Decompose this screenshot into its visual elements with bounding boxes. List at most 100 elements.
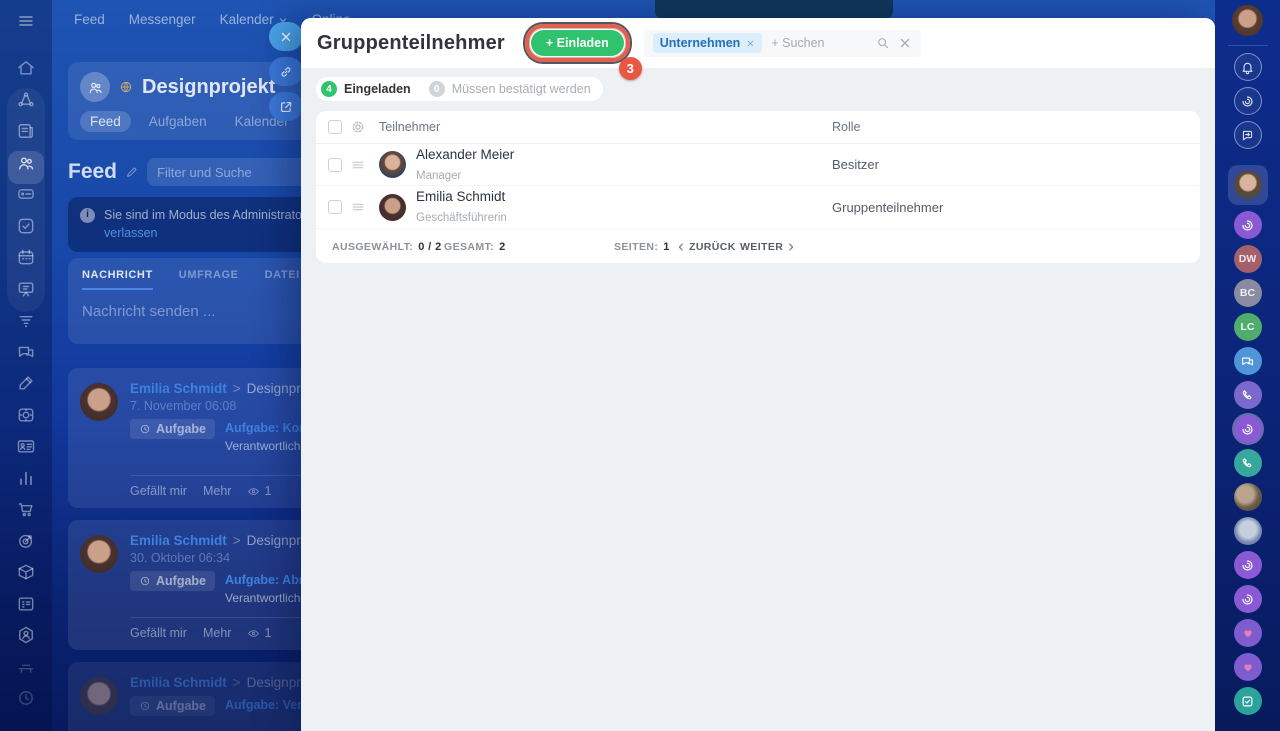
- select-all-checkbox[interactable]: [328, 120, 342, 134]
- marketing-target-icon[interactable]: [16, 531, 36, 551]
- call-chat-button[interactable]: [1233, 381, 1262, 409]
- prev-page-button[interactable]: ZURÜCK: [676, 241, 736, 253]
- column-participant[interactable]: Teilnehmer: [379, 120, 440, 134]
- filter-chip-unternehmen[interactable]: Unternehmen: [652, 33, 763, 53]
- chat-avatar-heart[interactable]: [1233, 653, 1262, 681]
- chat-avatar-bc[interactable]: BC: [1233, 279, 1262, 307]
- analytics-icon[interactable]: [16, 468, 36, 488]
- selected-label: AUSGEWÄHLT:: [332, 241, 414, 253]
- search-icon[interactable]: [876, 36, 890, 50]
- member-name[interactable]: Emilia Schmidt: [416, 189, 505, 204]
- planner-icon[interactable]: [16, 594, 36, 614]
- chat-avatar-lc[interactable]: LC: [1233, 313, 1262, 341]
- call-chat-button[interactable]: [1233, 449, 1262, 477]
- copilot-chat[interactable]: [1233, 211, 1262, 239]
- column-role[interactable]: Rolle: [832, 120, 861, 134]
- copy-link-button[interactable]: [269, 57, 303, 86]
- table-row[interactable]: Alexander Meier Manager Besitzer: [316, 144, 1200, 186]
- id-card-icon[interactable]: [16, 436, 36, 456]
- workbench-icon[interactable]: [16, 657, 36, 677]
- crm-funnel-icon[interactable]: [16, 310, 36, 330]
- vault-icon[interactable]: [16, 405, 36, 425]
- more-link[interactable]: Mehr: [203, 626, 231, 640]
- post-author-link[interactable]: Emilia Schmidt: [130, 675, 227, 690]
- chat-avatar-cat[interactable]: [1233, 517, 1262, 545]
- task-badge: Aufgabe: [130, 696, 215, 716]
- copilot-chat[interactable]: [1233, 585, 1262, 613]
- drive-icon[interactable]: [16, 184, 36, 204]
- groups-icon[interactable]: [16, 153, 36, 173]
- clear-search-icon[interactable]: [898, 36, 912, 50]
- admin-leave-link[interactable]: verlassen: [104, 226, 158, 240]
- search-placeholder[interactable]: + Suchen: [771, 36, 824, 50]
- group-chat-button[interactable]: [1233, 347, 1262, 375]
- calendar-icon[interactable]: [16, 247, 36, 267]
- composer-tab-datei[interactable]: DATEI: [265, 269, 300, 290]
- news-feed-icon[interactable]: [16, 121, 36, 141]
- composer-tab-umfrage[interactable]: UMFRAGE: [179, 269, 239, 290]
- row-menu-icon[interactable]: [350, 199, 366, 215]
- row-checkbox[interactable]: [328, 157, 342, 172]
- row-menu-icon[interactable]: [350, 157, 366, 173]
- slider-title: Gruppenteilnehmer: [317, 31, 505, 54]
- invite-button[interactable]: + Einladen: [530, 30, 624, 56]
- copilot-chat-active[interactable]: [1233, 415, 1262, 443]
- chat-icon: [1240, 354, 1255, 369]
- next-page-button[interactable]: WEITER: [740, 241, 796, 253]
- counter-chips: 4 Eingeladen 0 Müssen bestätigt werden: [316, 77, 603, 101]
- group-tab-aufgaben[interactable]: Aufgaben: [139, 111, 217, 132]
- table-row[interactable]: Emilia Schmidt Geschäftsführerin Gruppen…: [316, 186, 1200, 228]
- like-link[interactable]: Gefällt mir: [130, 484, 187, 498]
- post-author-link[interactable]: Emilia Schmidt: [130, 381, 227, 396]
- row-checkbox[interactable]: [328, 200, 342, 214]
- chip-remove-icon[interactable]: [746, 39, 755, 48]
- breadcrumb-separator: >: [232, 533, 241, 548]
- heart-icon: [1241, 660, 1255, 674]
- copilot-button[interactable]: [1233, 87, 1262, 115]
- tasks-icon[interactable]: [16, 216, 36, 236]
- active-chat-highlight[interactable]: [1227, 165, 1268, 205]
- tasks-chat-button[interactable]: [1233, 687, 1262, 715]
- counter-pending[interactable]: 0 Müssen bestätigt werden: [428, 81, 591, 97]
- member-name[interactable]: Alexander Meier: [416, 147, 514, 162]
- hamburger-menu-icon[interactable]: [16, 13, 36, 29]
- group-members-slider: Gruppenteilnehmer + Einladen 3 Unternehm…: [301, 18, 1215, 731]
- sign-icon[interactable]: [16, 373, 36, 393]
- close-slider-button[interactable]: [269, 22, 303, 51]
- clock-icon: [139, 575, 151, 587]
- home-icon[interactable]: [16, 58, 36, 78]
- time-icon[interactable]: [16, 688, 36, 708]
- table-footer: AUSGEWÄHLT: 0 / 2 GESAMT: 2 SEITEN: 1 ZU…: [316, 228, 1200, 263]
- board-icon[interactable]: [16, 279, 36, 299]
- recent-chats-button[interactable]: [1233, 121, 1262, 149]
- counter-invited[interactable]: 4 Eingeladen: [321, 81, 411, 97]
- tutorial-step-badge: 3: [618, 57, 642, 80]
- filter-search-bar[interactable]: Unternehmen + Suchen: [643, 29, 921, 57]
- messenger-icon[interactable]: [16, 342, 36, 362]
- menu-item-feed[interactable]: Feed: [74, 12, 105, 27]
- notifications-button[interactable]: [1233, 53, 1262, 81]
- chat-avatar-photo[interactable]: [1233, 483, 1262, 511]
- group-tab-feed[interactable]: Feed: [80, 111, 131, 132]
- menu-item-messenger[interactable]: Messenger: [129, 12, 196, 27]
- like-link[interactable]: Gefällt mir: [130, 626, 187, 640]
- left-icon-rail: [0, 0, 52, 731]
- divider: [1227, 45, 1268, 46]
- chat-avatar-dw[interactable]: DW: [1233, 245, 1262, 273]
- post-author-link[interactable]: Emilia Schmidt: [130, 533, 227, 548]
- profile-hexagon-icon[interactable]: [16, 625, 36, 645]
- network-icon[interactable]: [16, 90, 36, 110]
- gear-icon[interactable]: [350, 119, 366, 135]
- current-user-avatar[interactable]: [1232, 5, 1263, 36]
- shop-cart-icon[interactable]: [16, 499, 36, 519]
- views-count: 1: [264, 484, 272, 498]
- package-icon[interactable]: [16, 562, 36, 582]
- chat-avatar-heart[interactable]: [1233, 619, 1262, 647]
- collapsed-top-widget[interactable]: [655, 0, 893, 19]
- pin-icon[interactable]: [125, 165, 139, 179]
- more-link[interactable]: Mehr: [203, 484, 231, 498]
- copilot-chat[interactable]: [1233, 551, 1262, 579]
- composer-tab-nachricht[interactable]: NACHRICHT: [82, 269, 153, 290]
- avatar: [80, 535, 118, 573]
- open-new-window-button[interactable]: [269, 92, 303, 121]
